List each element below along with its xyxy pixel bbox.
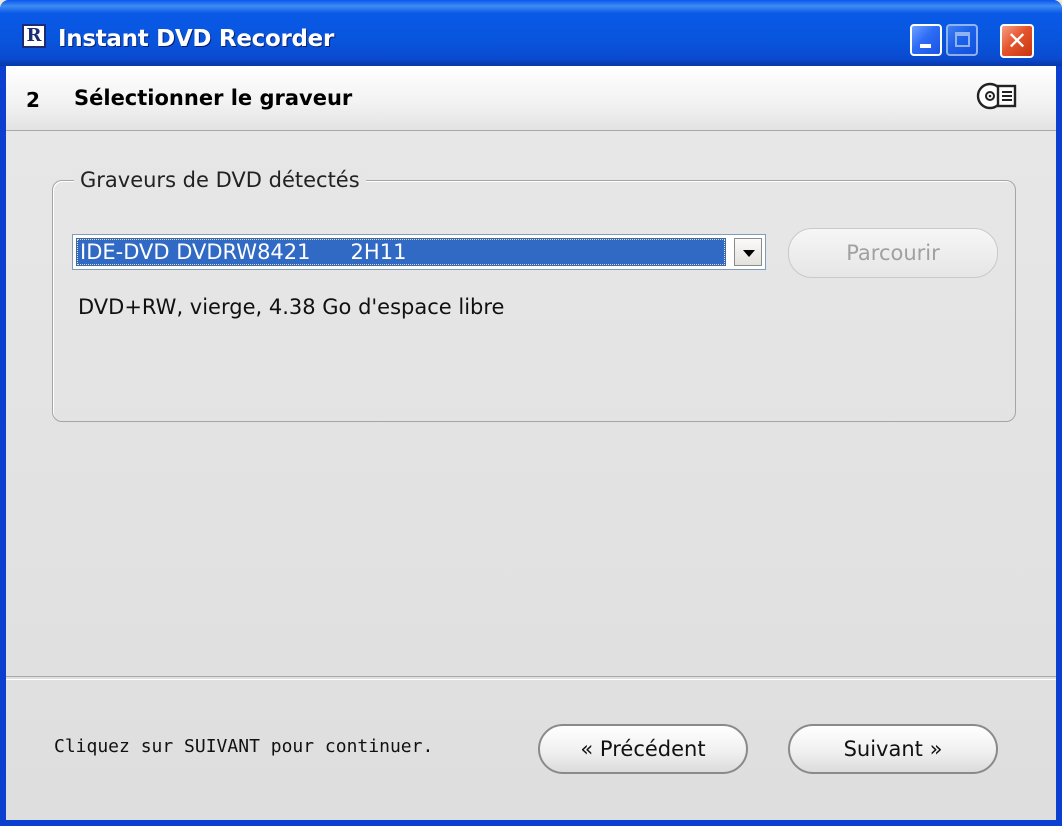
maximize-icon: [955, 32, 970, 47]
drive-select[interactable]: IDE-DVD DVDRW8421 2H11: [72, 234, 766, 270]
wizard-body: 2 Sélectionner le graveur Graveurs de DV…: [6, 66, 1056, 820]
step-header: 2 Sélectionner le graveur: [6, 66, 1056, 131]
close-button[interactable]: ✕: [1000, 24, 1034, 58]
app-logo-icon: R: [22, 24, 46, 48]
window-title: Instant DVD Recorder: [58, 26, 334, 52]
next-button[interactable]: Suivant »: [788, 724, 998, 774]
browse-button: Parcourir: [788, 228, 998, 278]
chevron-down-icon[interactable]: [734, 238, 762, 266]
close-icon: ✕: [1006, 27, 1028, 55]
maximize-button: [946, 24, 978, 56]
drive-select-value[interactable]: IDE-DVD DVDRW8421 2H11: [76, 238, 726, 266]
minimize-button[interactable]: [910, 24, 942, 56]
footer-hint: Cliquez sur SUIVANT pour continuer.: [54, 736, 434, 757]
step-title: Sélectionner le graveur: [74, 86, 353, 110]
minimize-icon: [920, 44, 931, 48]
disc-info-text: DVD+RW, vierge, 4.38 Go d'espace libre: [78, 295, 505, 319]
disc-drive-icon: [976, 82, 1017, 110]
previous-button[interactable]: « Précédent: [538, 724, 748, 774]
step-number: 2: [26, 88, 40, 112]
groupbox-label: Graveurs de DVD détectés: [74, 168, 366, 192]
app-window: R Instant DVD Recorder ✕ 2 Sélectionner …: [0, 0, 1062, 826]
title-bar[interactable]: R Instant DVD Recorder ✕: [0, 0, 1062, 66]
footer-divider: [6, 676, 1056, 680]
